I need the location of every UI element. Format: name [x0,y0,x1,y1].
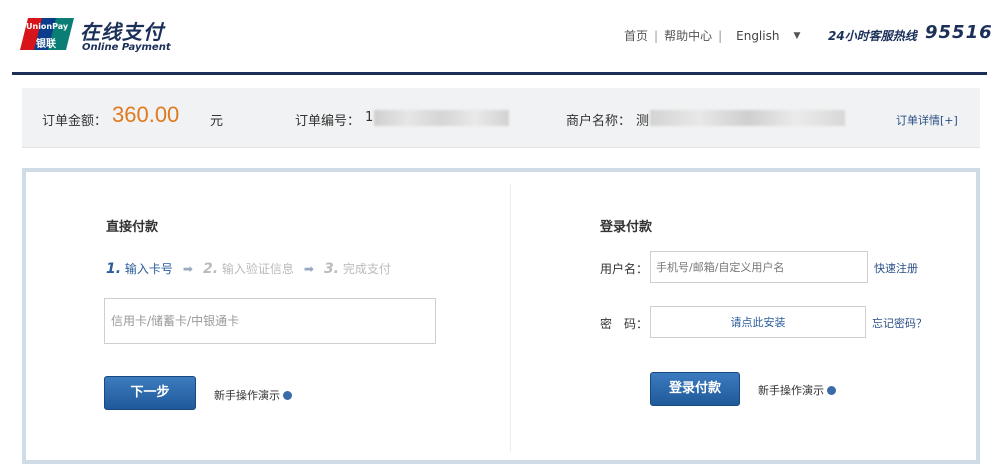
brand-title-en: Online Payment [82,42,171,53]
top-nav: 首页 | 帮助中心 | English ▼ [624,27,800,44]
direct-pay-title: 直接付款 [106,220,159,235]
nav-separator: | [654,28,659,43]
header: UnionPay 银联 在线支付 Online Payment 首页 | 帮助中… [0,0,1000,75]
quick-register-link[interactable]: 快速注册 [874,260,918,276]
forgot-password-link[interactable]: 忘记密码？ [872,315,927,331]
login-pay-button[interactable]: 登录付款 [650,372,740,406]
chevron-down-icon[interactable]: ▼ [793,31,800,41]
hotline-number: 95516 [925,22,993,43]
header-divider [12,72,987,75]
login-pay-title: 登录付款 [600,220,653,235]
order-number-label: 订单编号： [295,114,361,129]
merchant-value: 测 [636,114,650,129]
panel-divider [510,184,511,452]
card-number-input[interactable] [104,298,436,344]
next-step-button[interactable]: 下一步 [104,376,196,410]
amount-label: 订单金额： [42,114,108,129]
brand-title-cn: 在线支付 [80,20,164,44]
logo-cn-text: 银联 [36,39,56,50]
play-circle-icon [283,391,292,400]
demo-link-login[interactable]: 新手操作演示 [758,382,836,398]
username-label: 用户名： [600,262,649,276]
payment-panel: 直接付款 1. 输入卡号 ➡ 2. 输入验证信息 ➡ 3. 完成支付 下一步 新… [22,168,980,464]
arrow-right-icon: ➡ [182,261,193,276]
demo-link-direct[interactable]: 新手操作演示 [214,387,292,403]
order-summary-bar: 订单金额： 360.00 元 订单编号： 1 商户名称： 测 订单详情[+] [22,88,980,148]
language-select[interactable]: English [736,29,779,43]
step-2: 2. 输入验证信息 [202,261,294,277]
redacted-order-number [374,110,509,126]
unionpay-logo[interactable]: UnionPay 银联 [20,18,74,50]
arrow-right-icon: ➡ [303,261,314,276]
step-indicator: 1. 输入卡号 ➡ 2. 输入验证信息 ➡ 3. 完成支付 [106,260,391,277]
order-number-value: 1 [365,110,374,125]
order-detail-link[interactable]: 订单详情[+] [896,112,958,128]
step-3: 3. 完成支付 [323,261,391,277]
password-label: 密 码： [600,317,649,331]
merchant-label: 商户名称： [566,114,632,129]
logo-text: UnionPay [26,22,69,31]
username-input[interactable] [650,251,868,283]
step-1: 1. 输入卡号 [106,261,173,277]
play-circle-icon [827,386,836,395]
password-install-field[interactable]: 请点此安装 [650,306,866,338]
nav-home-link[interactable]: 首页 [624,27,648,44]
nav-separator: | [718,28,723,43]
amount-value: 360.00 [112,102,180,127]
amount-unit: 元 [210,114,224,129]
nav-help-link[interactable]: 帮助中心 [664,27,712,44]
redacted-merchant-name [650,110,845,126]
hotline-label: 24小时客服热线 [828,29,917,43]
